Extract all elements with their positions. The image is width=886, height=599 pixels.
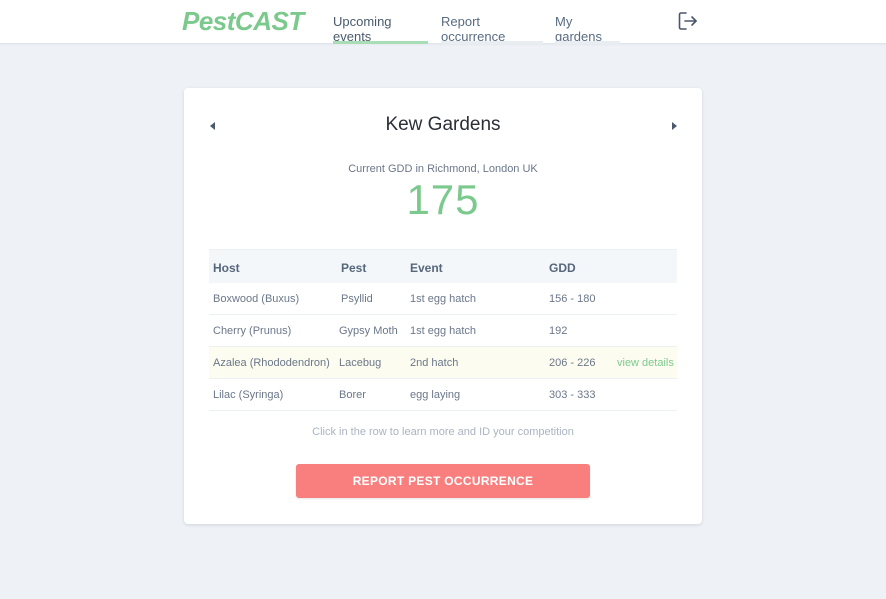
tab-upcoming-events[interactable]: Upcoming events [333, 0, 428, 44]
table-hint-text: Click in the row to learn more and ID yo… [312, 426, 574, 438]
column-header-event: Event [410, 261, 443, 275]
tab-indicator [555, 41, 620, 44]
table-row[interactable]: Boxwood (Buxus) Psyllid 1st egg hatch 15… [209, 283, 677, 315]
cell-event: 2nd hatch [410, 357, 459, 369]
gdd-location-label: Current GDD in Richmond, London UK [348, 163, 538, 175]
logout-icon[interactable] [676, 10, 700, 32]
column-header-gdd: GDD [549, 261, 576, 275]
cell-event: egg laying [410, 389, 461, 401]
column-header-host: Host [213, 261, 240, 275]
app-logo[interactable]: PestCAST [182, 6, 304, 37]
tab-label: Report occurrence [441, 14, 506, 44]
tab-indicator [441, 41, 543, 44]
tab-my-gardens[interactable]: My gardens [555, 0, 620, 44]
cell-pest: Gypsy Moth [339, 325, 398, 337]
tab-label: My gardens [555, 14, 602, 44]
cell-event: 1st egg hatch [410, 325, 477, 337]
current-gdd-value: 175 [406, 176, 480, 223]
tab-active-indicator [333, 41, 428, 44]
next-garden-arrow-icon[interactable] [669, 119, 679, 131]
top-navigation-bar: PestCAST Upcoming events Report occurren… [0, 0, 886, 44]
view-details-link[interactable]: view details [617, 357, 674, 369]
cell-gdd: 156 - 180 [549, 293, 596, 305]
cell-host: Lilac (Syringa) [213, 389, 284, 401]
cell-pest: Lacebug [339, 357, 382, 369]
cell-pest: Psyllid [341, 293, 373, 305]
cell-event: 1st egg hatch [410, 293, 477, 305]
cell-host: Azalea (Rhododendron) [213, 357, 330, 369]
cell-host: Cherry (Prunus) [213, 325, 292, 337]
table-header: Host Pest Event GDD [209, 249, 677, 283]
table-row-highlighted[interactable]: Azalea (Rhododendron) Lacebug 2nd hatch … [209, 347, 677, 379]
garden-card: Kew Gardens Current GDD in Richmond, Lon… [184, 88, 702, 524]
column-header-pest: Pest [341, 261, 367, 275]
cell-gdd: 192 [549, 325, 568, 337]
cell-gdd: 303 - 333 [549, 389, 596, 401]
garden-name: Kew Gardens [385, 114, 501, 135]
tab-label: Upcoming events [333, 14, 392, 44]
cell-pest: Borer [339, 389, 366, 401]
table-row[interactable]: Lilac (Syringa) Borer egg laying 303 - 3… [209, 379, 677, 411]
tab-report-occurrence[interactable]: Report occurrence [441, 0, 543, 44]
cell-gdd: 206 - 226 [549, 357, 596, 369]
cell-host: Boxwood (Buxus) [213, 293, 300, 305]
table-row[interactable]: Cherry (Prunus) Gypsy Moth 1st egg hatch… [209, 315, 677, 347]
pest-events-table: Host Pest Event GDD Boxwood (Buxus) Psyl… [209, 249, 677, 411]
report-pest-occurrence-button[interactable]: REPORT PEST OCCURRENCE [296, 464, 590, 498]
